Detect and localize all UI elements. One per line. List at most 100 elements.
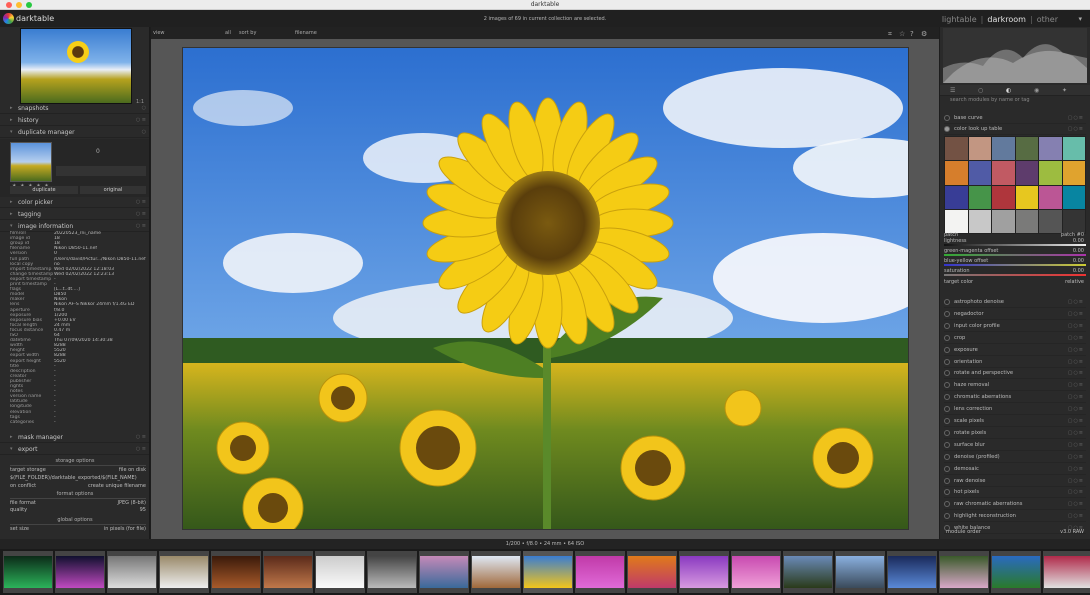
help-icon[interactable]: ? xyxy=(910,30,914,38)
export-path-input[interactable]: $(FILE_FOLDER)/darktable_exported/$(FILE… xyxy=(10,474,146,482)
color-patch[interactable] xyxy=(968,161,991,185)
duplicate-button[interactable]: duplicate xyxy=(10,186,78,194)
view-lighttable[interactable]: lightable xyxy=(942,15,977,24)
group-effect-icon[interactable]: ✦ xyxy=(1062,87,1067,94)
module-tagging[interactable]: ▸ tagging ○ ≡ xyxy=(0,209,149,220)
power-icon[interactable] xyxy=(944,406,950,413)
color-patch[interactable] xyxy=(1039,161,1062,185)
module-history[interactable]: ▸ history ○ ≡ xyxy=(0,115,149,126)
filmstrip-thumbnail[interactable] xyxy=(575,551,625,593)
module-controls-icon[interactable]: ▢○≡ xyxy=(1068,499,1084,510)
color-patch[interactable] xyxy=(1062,209,1085,233)
filmstrip-thumbnail[interactable] xyxy=(211,551,261,593)
module-search-input[interactable]: search modules by name or tag xyxy=(950,97,1030,103)
module-item[interactable]: raw denoise ▢○≡ xyxy=(944,476,1086,487)
power-icon[interactable] xyxy=(944,513,950,520)
color-patch[interactable] xyxy=(1015,137,1038,161)
filmstrip-thumbnail[interactable] xyxy=(939,551,989,593)
filmstrip-thumbnail[interactable] xyxy=(835,551,885,593)
color-patch[interactable] xyxy=(968,185,991,209)
color-patch[interactable] xyxy=(1039,185,1062,209)
group-base-icon[interactable]: ○ xyxy=(978,87,983,94)
module-item[interactable]: chromatic aberrations ▢○≡ xyxy=(944,392,1086,404)
power-icon[interactable] xyxy=(944,418,950,424)
filmstrip-thumbnail[interactable] xyxy=(731,551,781,593)
module-controls-icon[interactable]: ▢○≡ xyxy=(1068,309,1084,320)
power-icon[interactable] xyxy=(944,465,950,472)
target-color-select[interactable]: target color relative xyxy=(944,278,1086,287)
color-patch[interactable] xyxy=(945,209,968,233)
module-base-curve[interactable]: base curve ▢○≡ xyxy=(944,113,1086,124)
set-size-select[interactable]: set size in pixels (for file) xyxy=(10,525,146,533)
module-item[interactable]: rotate pixels ▢○≡ xyxy=(944,428,1086,439)
filmstrip-thumbnail[interactable] xyxy=(523,551,573,593)
grid-icon[interactable]: ⌗ xyxy=(888,30,892,39)
power-icon[interactable] xyxy=(944,382,950,389)
power-icon[interactable] xyxy=(944,489,950,496)
blue-yellow-slider[interactable]: blue-yellow offset 0.00 xyxy=(944,257,1086,266)
color-patch[interactable] xyxy=(992,137,1015,161)
module-controls-icon[interactable]: ▢○≡ xyxy=(1068,368,1084,379)
module-controls-icon[interactable]: ▢○≡ xyxy=(1068,416,1084,427)
power-icon[interactable] xyxy=(944,310,950,317)
filmstrip-thumbnail[interactable] xyxy=(627,551,677,593)
module-mask-manager[interactable]: ▸ mask manager ○ ≡ xyxy=(0,432,149,443)
module-item[interactable]: rotate and perspective ▢○≡ xyxy=(944,368,1086,380)
target-storage-select[interactable]: target storage file on disk xyxy=(10,466,146,474)
filmstrip-thumbnail[interactable] xyxy=(367,551,417,593)
filmstrip-thumbnail[interactable] xyxy=(315,551,365,593)
module-controls-icon[interactable]: ▢○≡ xyxy=(1068,357,1084,368)
color-patch[interactable] xyxy=(992,209,1015,233)
module-controls-icon[interactable]: ▢○≡ xyxy=(1068,404,1084,415)
module-export[interactable]: ▾ export ○ ≡ xyxy=(0,444,149,455)
power-icon[interactable] xyxy=(944,358,950,365)
module-controls-icon[interactable]: ▢○≡ xyxy=(1068,440,1084,451)
module-color-lookup-table[interactable]: color look up table ▢○≡ xyxy=(944,124,1086,135)
power-icon[interactable] xyxy=(944,370,950,377)
filmstrip-thumbnail[interactable] xyxy=(887,551,937,593)
color-patch[interactable] xyxy=(1015,185,1038,209)
color-patch[interactable] xyxy=(945,185,968,209)
on-conflict-select[interactable]: on conflict create unique filename xyxy=(10,482,146,490)
color-patch[interactable] xyxy=(1039,209,1062,233)
module-order-select[interactable]: module order v3.0 RAW xyxy=(944,527,1086,538)
power-icon[interactable] xyxy=(944,453,950,460)
filmstrip-thumbnail[interactable] xyxy=(679,551,729,593)
group-tone-icon[interactable]: ◐ xyxy=(1006,87,1011,94)
power-icon[interactable] xyxy=(944,394,950,401)
power-icon[interactable] xyxy=(944,477,950,484)
power-icon[interactable] xyxy=(944,501,950,508)
view-darkroom[interactable]: darkroom xyxy=(987,15,1026,24)
filmstrip-thumbnail[interactable] xyxy=(159,551,209,593)
color-patch[interactable] xyxy=(1015,209,1038,233)
filmstrip-thumbnail[interactable] xyxy=(263,551,313,593)
filmstrip-thumbnail[interactable] xyxy=(107,551,157,593)
quality-slider[interactable]: quality 95 xyxy=(10,506,146,514)
module-color-picker[interactable]: ▸ color picker ○ ≡ xyxy=(0,197,149,208)
green-magenta-slider[interactable]: green-magenta offset 0.00 xyxy=(944,247,1086,256)
filmstrip-thumbnail[interactable] xyxy=(419,551,469,593)
module-item[interactable]: haze removal ▢○≡ xyxy=(944,380,1086,392)
module-item[interactable]: hot pixels ▢○≡ xyxy=(944,487,1086,499)
module-item[interactable]: orientation ▢○≡ xyxy=(944,357,1086,368)
filmstrip-thumbnail[interactable] xyxy=(991,551,1041,593)
module-item[interactable]: crop ▢○≡ xyxy=(944,333,1086,344)
main-photo[interactable] xyxy=(182,47,909,530)
color-patch[interactable] xyxy=(1062,137,1085,161)
power-icon[interactable] xyxy=(944,429,950,436)
module-controls-icon[interactable]: ▢○≡ xyxy=(1068,464,1084,475)
module-controls-icon[interactable]: ▢○≡ xyxy=(1068,476,1084,487)
module-duplicate-manager[interactable]: ▾ duplicate manager ○ xyxy=(0,127,149,138)
star-icon[interactable]: ☆ xyxy=(899,30,905,38)
module-item[interactable]: surface blur ▢○≡ xyxy=(944,440,1086,451)
sort-filename[interactable]: filename xyxy=(295,30,317,36)
color-patch[interactable] xyxy=(992,161,1015,185)
collection-all[interactable]: all xyxy=(225,30,231,36)
module-item[interactable]: denoise (profiled) ▢○≡ xyxy=(944,452,1086,463)
module-item[interactable]: raw chromatic aberrations ▢○≡ xyxy=(944,499,1086,511)
module-controls-icon[interactable]: ▢○≡ xyxy=(1068,321,1084,332)
module-item[interactable]: astrophoto denoise ▢○≡ xyxy=(944,297,1086,308)
module-item[interactable]: highlight reconstruction ▢○≡ xyxy=(944,511,1086,523)
view-menu[interactable]: view xyxy=(153,30,165,36)
filmstrip-thumbnail[interactable] xyxy=(471,551,521,593)
